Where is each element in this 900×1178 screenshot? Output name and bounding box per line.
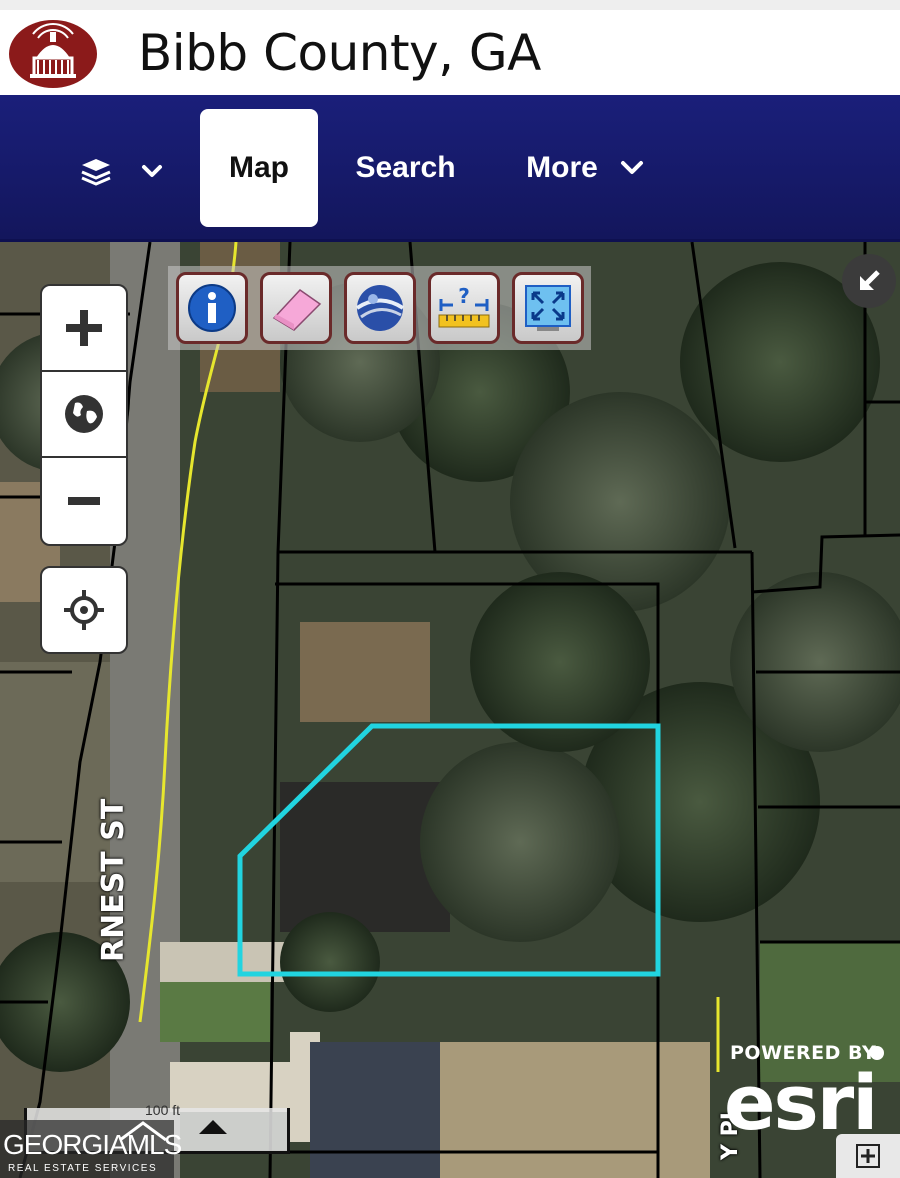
map-toolbar: ? xyxy=(168,266,591,350)
street-label-ernest-st: RNEST ST xyxy=(96,798,131,962)
mls-watermark: GEORGIAMLS REAL ESTATE SERVICES xyxy=(0,1120,182,1178)
svg-text:?: ? xyxy=(458,284,470,308)
map-viewport[interactable]: RNEST ST Y PL ? POWERED BY esri 100 ft G… xyxy=(0,242,900,1178)
caret-up-icon[interactable] xyxy=(197,1118,229,1136)
zoom-controls xyxy=(40,284,128,546)
eraser-icon xyxy=(272,289,322,331)
main-navbar: Map Search More xyxy=(0,95,900,242)
chevron-down-icon xyxy=(142,165,162,177)
full-extent-button[interactable] xyxy=(512,272,584,344)
zoom-out-button[interactable] xyxy=(42,458,126,544)
site-header: Bibb County, GA xyxy=(0,10,900,95)
minus-icon xyxy=(68,497,100,505)
locate-crosshair-icon xyxy=(64,590,104,630)
overview-map-toggle[interactable] xyxy=(836,1134,900,1178)
measure-icon: ? xyxy=(438,284,490,328)
measure-button[interactable]: ? xyxy=(428,272,500,344)
tab-more-label: More xyxy=(526,151,598,184)
zoom-in-button[interactable] xyxy=(42,286,126,372)
info-icon xyxy=(188,284,236,332)
layers-menu-button[interactable] xyxy=(78,155,173,195)
clear-graphics-button[interactable] xyxy=(260,272,332,344)
aerial-imagery xyxy=(0,242,900,1178)
county-logo[interactable] xyxy=(8,18,98,90)
chevron-down-icon xyxy=(620,161,643,174)
plus-icon xyxy=(66,310,102,346)
layers-icon xyxy=(81,159,162,186)
locate-button[interactable] xyxy=(40,566,128,654)
home-extent-button[interactable] xyxy=(42,372,126,458)
globe-icon xyxy=(65,395,103,433)
collapse-panel-button[interactable] xyxy=(842,254,896,308)
top-status-strip xyxy=(0,0,900,10)
capitol-dome-icon xyxy=(9,20,97,88)
globe-icon xyxy=(355,285,405,331)
page-title: Bibb County, GA xyxy=(138,24,541,82)
basemap-gallery-button[interactable] xyxy=(344,272,416,344)
mls-subtitle: REAL ESTATE SERVICES xyxy=(8,1163,158,1174)
tab-search[interactable]: Search xyxy=(338,109,473,227)
scale-label: 100 ft xyxy=(145,1102,181,1118)
full-extent-icon xyxy=(525,285,571,331)
identify-button[interactable] xyxy=(176,272,248,344)
expand-plus-icon xyxy=(856,1144,880,1168)
mls-name: GEORGIAMLS xyxy=(3,1129,182,1160)
tab-more[interactable]: More xyxy=(505,109,665,227)
tab-map[interactable]: Map xyxy=(200,109,318,227)
arrow-down-left-icon xyxy=(860,270,880,290)
esri-attribution: POWERED BY esri xyxy=(724,1042,894,1147)
